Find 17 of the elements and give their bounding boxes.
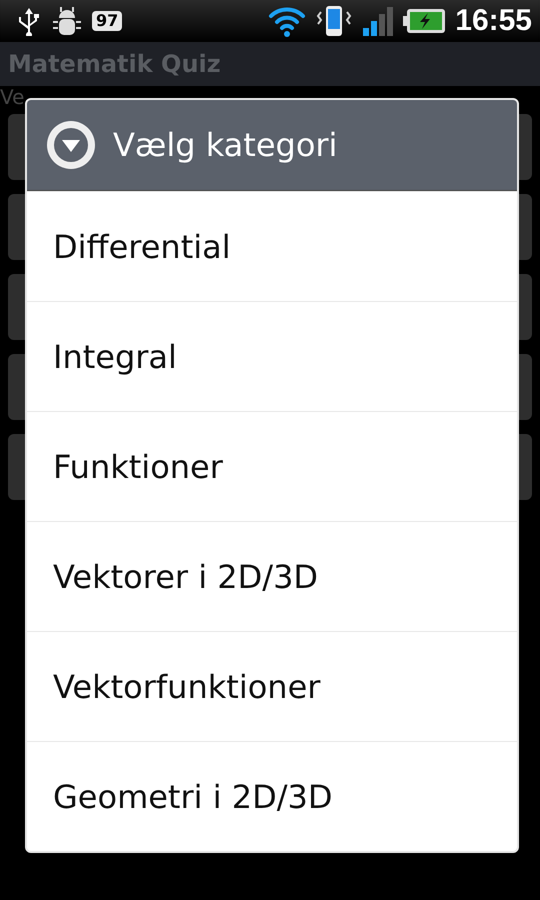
category-item[interactable]: Geometri i 2D/3D: [27, 741, 517, 851]
dialog-title: Vælg kategori: [113, 126, 338, 164]
battery-charging-icon: [403, 6, 448, 36]
phone-vibrate-icon: [315, 4, 354, 38]
category-item[interactable]: Funktioner: [27, 411, 517, 521]
app-title: Matematik Quiz: [8, 50, 221, 78]
category-item[interactable]: Differential: [27, 191, 517, 301]
category-item[interactable]: Vektorfunktioner: [27, 631, 517, 741]
usb-icon: [16, 6, 42, 36]
dropdown-icon: [45, 119, 97, 171]
notification-badge: 97: [92, 11, 122, 31]
hint-text: Ve: [0, 86, 26, 108]
category-item[interactable]: Integral: [27, 301, 517, 411]
android-bug-icon: [50, 4, 84, 38]
category-item[interactable]: Vektorer i 2D/3D: [27, 521, 517, 631]
signal-icon: [361, 4, 396, 38]
clock: 16:55: [455, 4, 532, 38]
